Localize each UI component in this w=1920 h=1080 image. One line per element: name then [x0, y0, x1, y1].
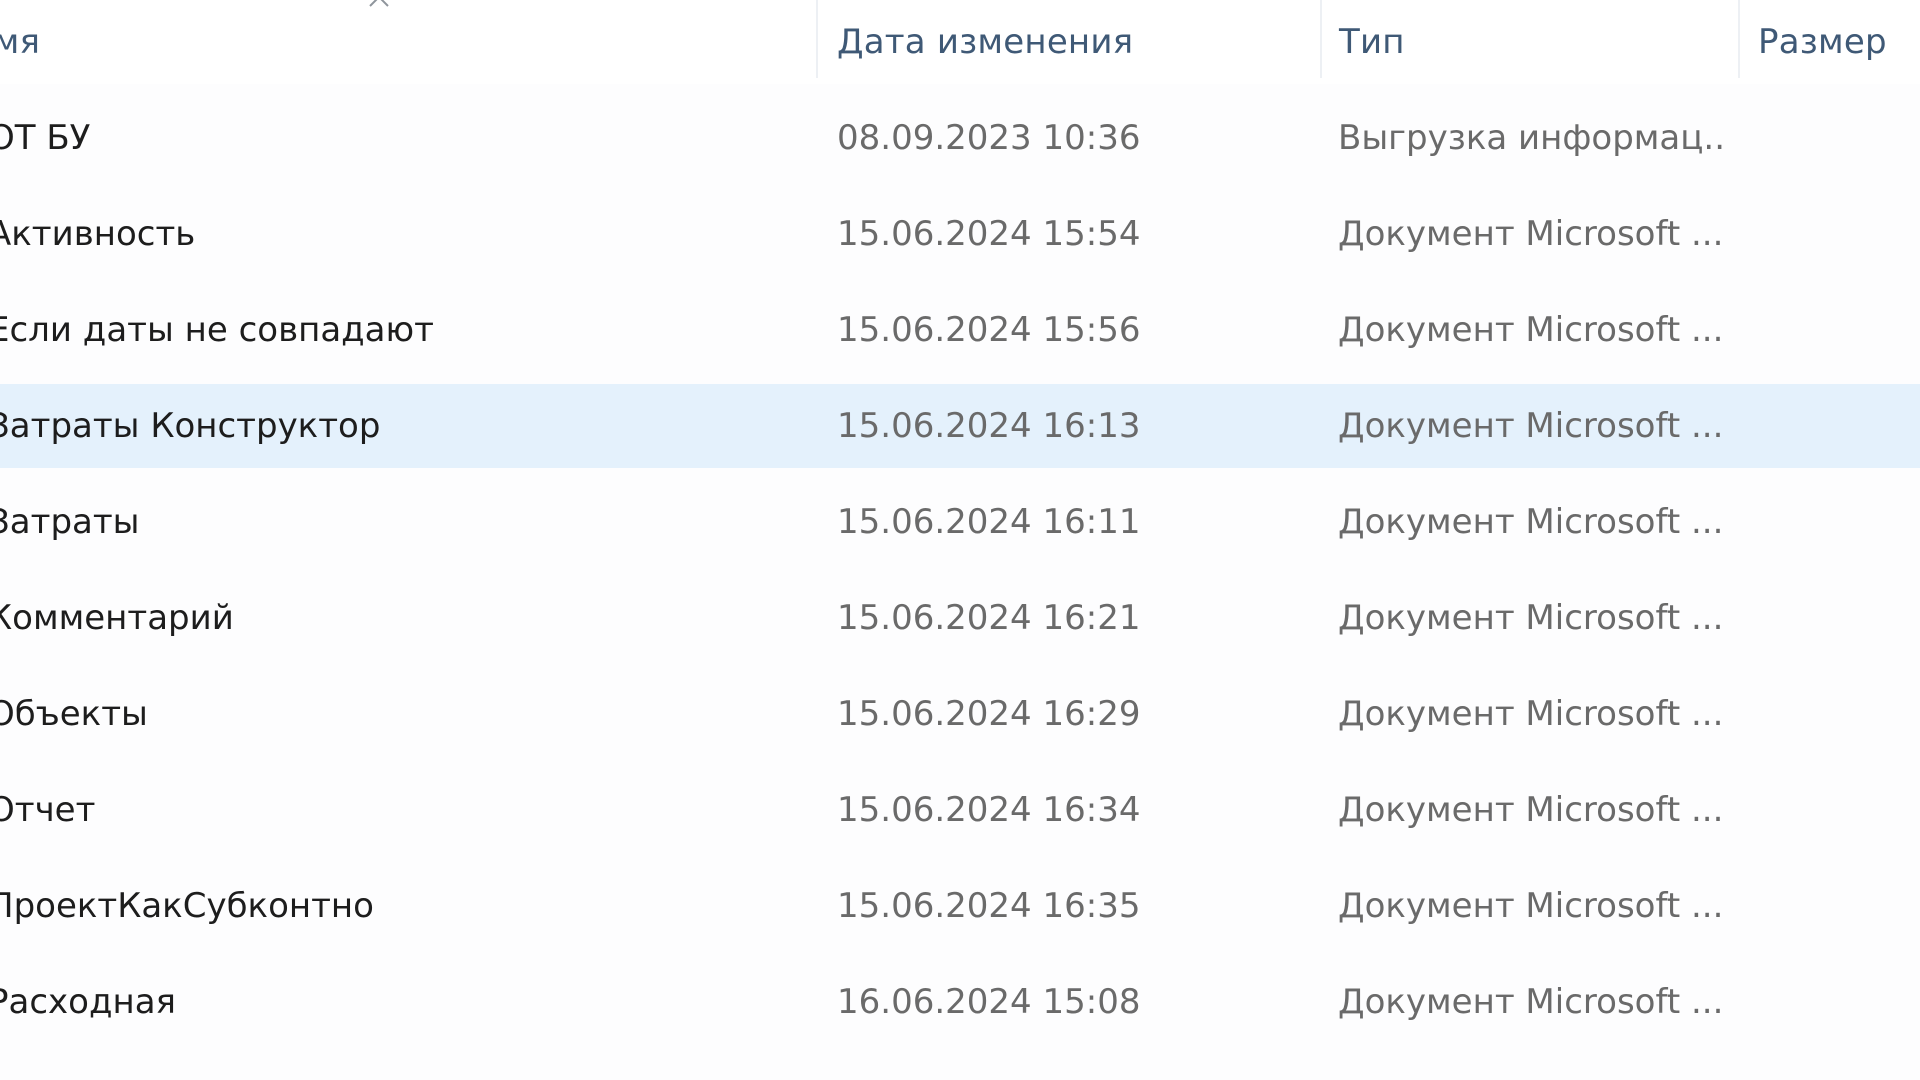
- column-divider[interactable]: [1738, 0, 1740, 78]
- table-row[interactable]: Отчет 15.06.2024 16:34 Документ Microsoft …: [0, 768, 1920, 852]
- file-size: 20: [1760, 96, 1920, 180]
- table-row[interactable]: Расходная 16.06.2024 15:08 Документ Micros…: [0, 960, 1920, 1044]
- table-row[interactable]: Затраты Конструктор 15.06.2024 16:13 Докум…: [0, 384, 1920, 468]
- file-date-modified: 15.06.2024 16:11: [837, 502, 1141, 542]
- file-size: 1: [1760, 576, 1920, 660]
- file-size: 55: [1760, 192, 1920, 276]
- file-type: Документ Microsoft ...: [1338, 502, 1724, 542]
- file-name: Комментарий: [0, 598, 234, 638]
- file-date-modified: 15.06.2024 16:34: [837, 790, 1141, 830]
- file-size: 44: [1760, 384, 1920, 468]
- table-row[interactable]: Если даты не совпадают 15.06.2024 15:56 До…: [0, 288, 1920, 372]
- file-type: Документ Microsoft ...: [1338, 406, 1724, 446]
- column-divider[interactable]: [1320, 0, 1322, 78]
- file-name: ПроектКакСубконтно: [0, 886, 374, 926]
- file-date-modified: 16.06.2024 15:08: [837, 982, 1141, 1022]
- file-date-modified: 15.06.2024 16:21: [837, 598, 1141, 638]
- column-divider[interactable]: [816, 0, 818, 78]
- file-type: Документ Microsoft ...: [1338, 886, 1724, 926]
- column-header-size[interactable]: Размер: [1758, 0, 1920, 84]
- column-header-type[interactable]: Тип: [1339, 0, 1699, 84]
- file-size: 58: [1760, 960, 1920, 1044]
- file-date-modified: 15.06.2024 16:35: [837, 886, 1141, 926]
- file-size: 1 81: [1760, 480, 1920, 564]
- file-date-modified: 15.06.2024 16:13: [837, 406, 1141, 446]
- file-type: Документ Microsoft ...: [1338, 214, 1724, 254]
- file-date-modified: 15.06.2024 16:29: [837, 694, 1141, 734]
- file-name: Затраты: [0, 502, 140, 542]
- file-type: Документ Microsoft ...: [1338, 310, 1724, 350]
- column-header-date[interactable]: Дата изменения: [837, 0, 1307, 84]
- file-type: Документ Microsoft ...: [1338, 790, 1724, 830]
- table-row[interactable]: Затраты 15.06.2024 16:11 Документ Microsof…: [0, 480, 1920, 564]
- table-row[interactable]: ОТ БУ 08.09.2023 10:36 Выгрузка информац..…: [0, 96, 1920, 180]
- file-size: 1 02: [1760, 768, 1920, 852]
- file-type: Документ Microsoft ...: [1338, 694, 1724, 734]
- column-header-row: Имя Дата изменения Тип Размер: [0, 0, 1920, 84]
- file-list-view: Имя Дата изменения Тип Размер ОТ БУ 08.09…: [0, 0, 1920, 1080]
- table-row[interactable]: Активность 15.06.2024 15:54 Документ Micro…: [0, 192, 1920, 276]
- file-type: Выгрузка информац...: [1338, 118, 1728, 158]
- file-name: Если даты не совпадают: [0, 310, 434, 350]
- column-header-name[interactable]: Имя: [0, 0, 718, 84]
- table-row[interactable]: Комментарий 15.06.2024 16:21 Документ Micr…: [0, 576, 1920, 660]
- file-name: Активность: [0, 214, 196, 254]
- file-name: Отчет: [0, 790, 96, 830]
- file-size: 17: [1760, 288, 1920, 372]
- table-row[interactable]: ПроектКакСубконтно 15.06.2024 16:35 Докуме…: [0, 864, 1920, 948]
- file-date-modified: 15.06.2024 15:54: [837, 214, 1141, 254]
- table-row[interactable]: Объекты 15.06.2024 16:29 Документ Microsof…: [0, 672, 1920, 756]
- file-size: 20: [1760, 864, 1920, 948]
- file-type: Документ Microsoft ...: [1338, 598, 1724, 638]
- file-name: Расходная: [0, 982, 176, 1022]
- file-name: Объекты: [0, 694, 148, 734]
- file-date-modified: 08.09.2023 10:36: [837, 118, 1141, 158]
- file-name: ОТ БУ: [0, 118, 91, 158]
- file-name: Затраты Конструктор: [0, 406, 381, 446]
- file-type: Документ Microsoft ...: [1338, 982, 1724, 1022]
- file-size: 1 63: [1760, 672, 1920, 756]
- chevron-up-icon: [369, 0, 389, 7]
- file-date-modified: 15.06.2024 15:56: [837, 310, 1141, 350]
